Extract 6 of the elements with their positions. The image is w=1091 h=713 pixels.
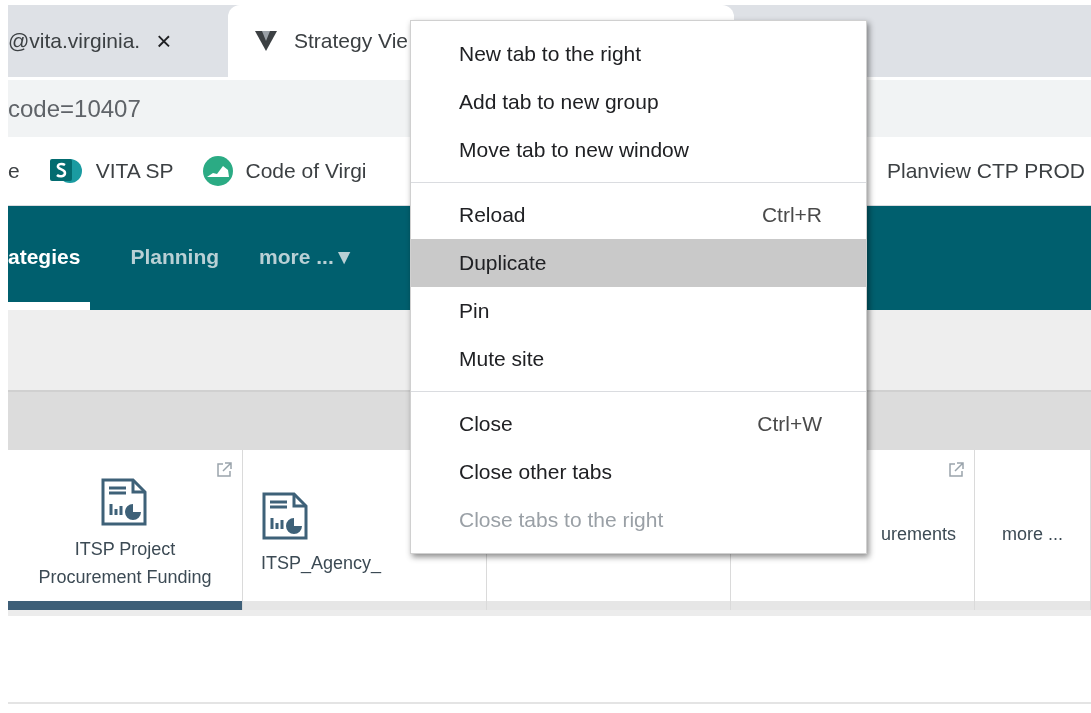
tile-label: more ... [1002,523,1063,546]
shortcut-label: Ctrl+W [757,412,822,436]
tile-label: ITSP_Agency_ [261,552,382,576]
tile-label: urements [880,523,956,546]
tile-label: ITSP Project Procurement Funding [37,538,213,589]
shortcut-label: Ctrl+R [761,203,822,227]
